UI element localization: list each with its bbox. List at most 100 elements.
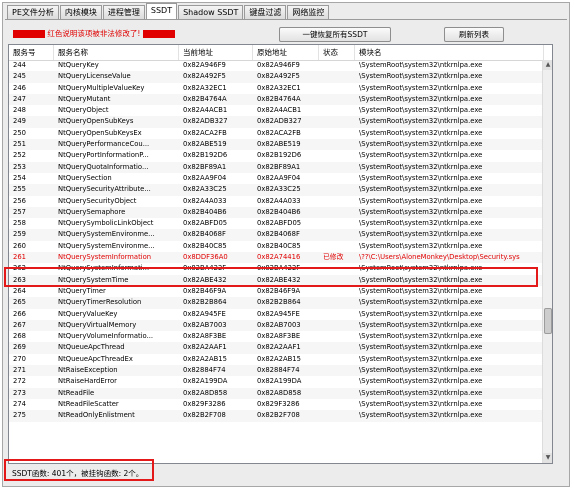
column-header-service-name[interactable]: 服务名称 (54, 45, 179, 60)
table-row[interactable]: 246 NtQueryMultipleValueKey 0x82A32EC1 0x82… (9, 83, 552, 94)
column-header-current-address[interactable]: 当前地址 (179, 45, 253, 60)
row-status (319, 162, 355, 173)
scroll-down-arrow-icon[interactable]: ▼ (543, 453, 552, 463)
column-header-status[interactable]: 状态 (319, 45, 355, 60)
table-row[interactable]: 256 NtQuerySecurityObject 0x82A4A033 0x82A4… (9, 196, 552, 207)
row-module: \SystemRoot\system32\ntkrnlpa.exe (359, 230, 483, 239)
row-index: 249 (13, 117, 26, 126)
row-current-address: 0x82A199DA (183, 377, 228, 386)
row-status (319, 128, 355, 139)
row-service-name: NtQueryVirtualMemory (58, 320, 137, 329)
table-row[interactable]: 264 NtQueryTimer 0x82B46F9A 0x82B46F9A \Syst… (9, 286, 552, 297)
table-row[interactable]: 275 NtReadOnlyEnlistment 0x82B2F708 0x82B2F… (9, 410, 552, 422)
red-legend-swatch-right (142, 30, 175, 38)
row-module: \SystemRoot\system32\ntkrnlpa.exe (359, 207, 483, 216)
row-module: \SystemRoot\system32\ntkrnlpa.exe (359, 140, 483, 149)
row-status (319, 207, 355, 218)
row-module: \SystemRoot\system32\ntkrnlpa.exe (359, 377, 483, 386)
row-status (319, 342, 355, 353)
table-row[interactable]: 272 NtRaiseHardError 0x82A199DA 0x82A199DA \… (9, 376, 552, 387)
row-original-address: 0x82A4ACB1 (257, 106, 302, 115)
table-row[interactable]: 249 NtQueryOpenSubKeys 0x82ADB327 0x82ADB32… (9, 116, 552, 128)
table-row[interactable]: 252 NtQueryPortInformationP... 0x82B192D6 0… (9, 150, 552, 161)
row-index: 257 (13, 207, 26, 216)
row-status (319, 229, 355, 240)
row-status (319, 297, 355, 308)
row-status (319, 376, 355, 387)
row-module: \SystemRoot\system32\ntkrnlpa.exe (359, 151, 483, 160)
tab-ssdt[interactable]: SSDT (145, 3, 178, 19)
table-row[interactable]: 267 NtQueryVirtualMemory 0x82AB7003 0x82AB7… (9, 319, 552, 332)
tab-pe-analysis[interactable]: PE文件分析 (7, 5, 59, 19)
tab-shadow-ssdt[interactable]: Shadow SSDT (178, 5, 244, 19)
row-original-address: 0x82A33C25 (257, 185, 301, 194)
table-row[interactable]: 253 NtQueryQuotaInformatio... 0x82BF89A1 0x… (9, 161, 552, 173)
tab-kernel-modules[interactable]: 内核模块 (59, 5, 102, 19)
tab-keyboard-filter[interactable]: 键盘过滤 (244, 5, 287, 19)
table-row[interactable]: 273 NtReadFile 0x82A8D858 0x82A8D858 \System… (9, 387, 552, 399)
table-row[interactable]: 245 NtQueryLicenseValue 0x82A492F5 0x82A492… (9, 71, 552, 83)
row-index: 258 (13, 219, 26, 228)
row-service-name: NtQuerySystemInformati... (58, 264, 150, 273)
table-row[interactable]: 255 NtQuerySecurityAttribute... 0x82A33C25… (9, 184, 552, 196)
vertical-scrollbar[interactable]: ▲ ▼ (542, 60, 552, 463)
table-row[interactable]: 247 NtQueryMutant 0x82B4764A 0x82B4764A \Sys… (9, 93, 552, 106)
row-service-name: NtQueryLicenseValue (58, 72, 131, 81)
row-index: 263 (13, 275, 26, 284)
row-index: 270 (13, 354, 26, 363)
row-module: \SystemRoot\system32\ntkrnlpa.exe (359, 219, 483, 228)
row-service-name: NtQueryMultipleValueKey (58, 83, 145, 92)
table-row[interactable]: 257 NtQuerySemaphore 0x82B404B6 0x82B404B6 \… (9, 206, 552, 219)
table-row[interactable]: 269 NtQueueApcThread 0x82A2AAF1 0x82A2AAF1 \… (9, 342, 552, 354)
column-header-index[interactable]: 服务号 (9, 45, 54, 60)
column-header-original-address[interactable]: 原始地址 (253, 45, 319, 60)
row-original-address: 0x82B404B6 (257, 207, 301, 216)
table-row[interactable]: 270 NtQueueApcThreadEx 0x82A2AB15 0x82A2AB1… (9, 354, 552, 365)
red-legend-swatch (13, 30, 45, 38)
column-header-module[interactable]: 模块名 (355, 45, 544, 60)
refresh-list-button[interactable]: 刷新列表 (444, 27, 504, 42)
table-row[interactable]: 260 NtQuerySystemEnvironme... 0x82B40C85 0x… (9, 241, 552, 252)
table-row[interactable]: 266 NtQueryValueKey 0x82A945FE 0x82A945FE \S… (9, 309, 552, 320)
tab-network-monitor[interactable]: 网络监控 (287, 5, 330, 19)
table-row[interactable]: 250 NtQueryOpenSubKeysEx 0x82ACA2FB 0x82ACA… (9, 128, 552, 139)
tab-bar: PE文件分析 内核模块 进程管理 SSDT Shadow SSDT 键盘过滤 网… (7, 3, 330, 20)
row-service-name: NtReadFileScatter (58, 399, 119, 408)
table-row[interactable]: 263 NtQuerySystemTime 0x82ABE432 0x82ABE432… (9, 274, 552, 286)
row-index: 265 (13, 298, 26, 307)
table-row[interactable]: 268 NtQueryVolumeInformatio... 0x82A8F3BE 0… (9, 331, 552, 342)
row-original-address: 0x82ABE432 (257, 275, 301, 284)
row-original-address: 0x82BF89A1 (257, 162, 301, 171)
table-row[interactable]: 251 NtQueryPerformanceCou... 0x82ABE519 0x8… (9, 139, 552, 151)
table-row[interactable]: 262 NtQuerySystemInformati... 0x82BA422F 0x… (9, 263, 552, 274)
table-row[interactable]: 248 NtQueryObject 0x82A4ACB1 0x82A4ACB1 \Sys… (9, 105, 552, 116)
table-row[interactable]: 265 NtQueryTimerResolution 0x82B2B864 0x82B… (9, 297, 552, 309)
row-status (319, 196, 355, 207)
row-index: 246 (13, 83, 26, 92)
table-row[interactable]: 259 NtQuerySystemEnvironme... 0x82B4068F 0x… (9, 229, 552, 241)
row-service-name: NtQuerySystemEnvironme... (58, 230, 155, 239)
row-current-address: 0x82A8D858 (183, 388, 228, 397)
scroll-up-arrow-icon[interactable]: ▲ (543, 60, 552, 70)
scroll-thumb[interactable] (544, 308, 552, 334)
ssdt-list[interactable]: 服务号 服务名称 当前地址 原始地址 状态 模块名 244 NtQueryKey 0… (8, 44, 553, 464)
row-module: \SystemRoot\system32\ntkrnlpa.exe (359, 128, 483, 137)
row-original-address: 0x82B46F9A (257, 286, 301, 295)
row-status (319, 218, 355, 229)
row-original-address: 0x82A8D858 (257, 388, 302, 397)
row-status (319, 286, 355, 297)
table-row[interactable]: 274 NtReadFileScatter 0x829F3286 0x829F3286… (9, 399, 552, 410)
table-row[interactable]: 271 NtRaiseException 0x82884F74 0x82884F74 \… (9, 365, 552, 377)
row-original-address: 0x82B2B864 (257, 298, 301, 307)
row-service-name: NtQueueApcThread (58, 343, 125, 352)
row-status (319, 241, 355, 252)
tab-process-manager[interactable]: 进程管理 (102, 5, 145, 19)
row-index: 256 (13, 196, 26, 205)
restore-all-ssdt-button[interactable]: 一键恢复所有SSDT (279, 27, 391, 42)
table-row[interactable]: 244 NtQueryKey 0x82A946F9 0x82A946F9 \System… (9, 60, 552, 71)
row-status (319, 399, 355, 410)
table-row[interactable]: 254 NtQuerySection 0x82AA9F04 0x82AA9F04 \Sy… (9, 173, 552, 184)
table-row[interactable]: 258 NtQuerySymbolicLinkObject 0x82ABFD05 0x… (9, 218, 552, 229)
hooked-table-row[interactable]: 261 NtQuerySystemInformation 0x8DDF36A0 0x8… (9, 252, 552, 264)
row-module: \SystemRoot\system32\ntkrnlpa.exe (359, 94, 483, 103)
